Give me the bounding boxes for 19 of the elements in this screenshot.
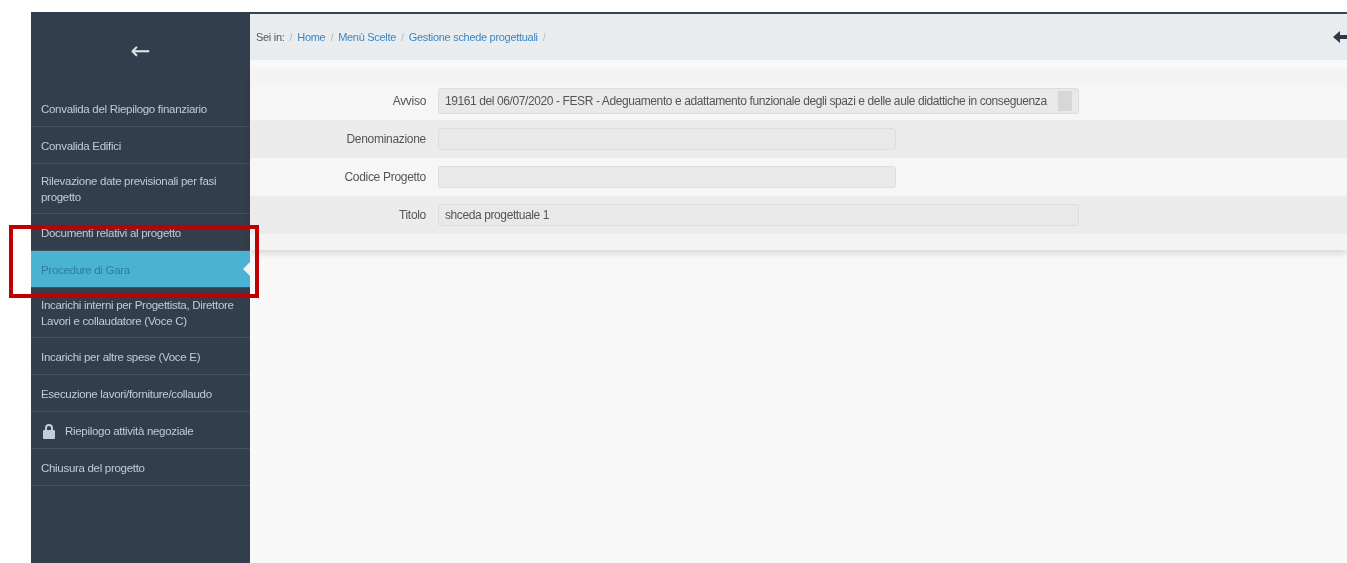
breadcrumb-separator: / [330, 31, 334, 43]
field-label: Denominazione [345, 132, 427, 146]
field-label: Codice Progetto [343, 170, 427, 184]
field-label: Avviso [391, 94, 427, 108]
sidebar-item[interactable]: Riepilogo attività negoziale [31, 412, 250, 449]
back-arrow-icon[interactable] [1333, 30, 1347, 44]
input-field[interactable] [438, 166, 896, 188]
breadcrumb-separator: / [289, 31, 293, 43]
breadcrumb-separator: / [401, 31, 404, 43]
breadcrumb-link[interactable]: Menù Scelte [338, 31, 397, 43]
field-label: Titolo [397, 208, 427, 222]
lock-icon [41, 422, 57, 439]
notice-field[interactable]: 19161 del 06/07/2020 - FESR - Adeguamento e adattamento funzionale degli spazi e delle aule didattiche in conseguenza [438, 88, 1079, 114]
breadcrumb-link[interactable]: Gestione schede progettuali [408, 31, 538, 43]
breadcrumb-separator: / [542, 31, 546, 43]
breadcrumb-link[interactable]: Home [297, 31, 326, 43]
input-field[interactable]: shceda progettuale 1 [438, 204, 1079, 226]
breadcrumb-label: Sei in: [256, 31, 285, 43]
back-button[interactable]: ← [126, 37, 155, 65]
